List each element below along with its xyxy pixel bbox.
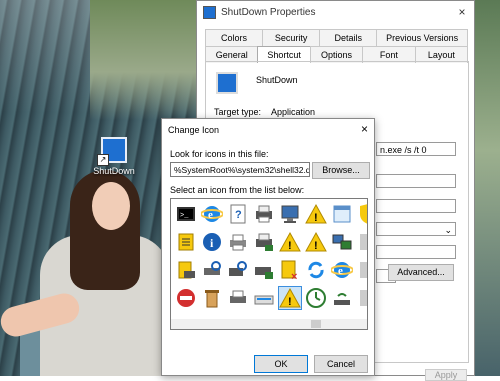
printer-icon[interactable]	[227, 231, 249, 253]
change-icon-dialog: Change Icon × Look for icons in this fil…	[161, 118, 375, 376]
internet-explorer-icon[interactable]: e	[330, 259, 354, 281]
network-search-icon[interactable]	[227, 259, 249, 281]
properties-title: ShutDown Properties	[221, 6, 316, 18]
warning-icon[interactable]: !	[279, 231, 301, 253]
help-document-icon[interactable]: ?	[227, 203, 249, 225]
printer-document-icon[interactable]	[175, 259, 197, 281]
recycle-bin-icon[interactable]	[201, 287, 223, 309]
tab-security[interactable]: Security	[262, 29, 321, 46]
shield-icon[interactable]	[357, 203, 367, 225]
desktop-printer-icon[interactable]	[227, 287, 249, 309]
computer-icon[interactable]	[279, 203, 301, 225]
target-field[interactable]: n.exe /s /t 0	[376, 142, 456, 156]
target-type-value: Application	[271, 107, 316, 117]
advanced-button[interactable]: Advanced...	[388, 264, 454, 281]
shortcut-key-field[interactable]	[376, 199, 456, 213]
svg-text:×: ×	[291, 271, 297, 281]
warning-icon[interactable]: !	[305, 231, 327, 253]
target-type-label: Target type:	[214, 107, 262, 117]
warning-icon[interactable]: !	[278, 286, 302, 310]
svg-text:!: !	[314, 240, 318, 252]
icon-list-scrollbar[interactable]	[171, 319, 367, 329]
scanner-icon[interactable]	[253, 287, 275, 309]
svg-text:!: !	[288, 240, 292, 252]
list-document-icon[interactable]	[175, 231, 197, 253]
ok-button[interactable]: OK	[254, 355, 308, 373]
command-prompt-icon[interactable]: >_	[175, 203, 197, 225]
unknown-icon[interactable]	[357, 259, 367, 281]
cancel-button[interactable]: Cancel	[314, 355, 368, 373]
background-photo-face	[92, 182, 130, 230]
chevron-down-icon: ⌄	[444, 225, 452, 235]
window-icon[interactable]	[331, 203, 353, 225]
shortcut-name: ShutDown	[256, 75, 298, 85]
tab-previous-versions[interactable]: Previous Versions	[376, 29, 469, 46]
info-icon[interactable]: i	[201, 231, 223, 253]
select-icon-label: Select an icon from the list below:	[170, 185, 305, 195]
apply-button[interactable]: Apply	[425, 369, 467, 381]
background-trees	[90, 0, 200, 120]
icon-file-path-input[interactable]: %SystemRoot%\system32\shell32.d	[170, 162, 310, 177]
network-printer-icon[interactable]	[253, 203, 275, 225]
shortcut-arrow-icon: ↗	[97, 154, 109, 166]
look-for-label: Look for icons in this file:	[170, 149, 269, 159]
run-dropdown[interactable]: ⌄	[376, 222, 456, 236]
start-in-field[interactable]	[376, 174, 456, 188]
properties-close-button[interactable]: ×	[454, 4, 470, 20]
wireless-icon[interactable]	[331, 287, 353, 309]
background-right-strip	[475, 0, 500, 376]
desktop-icon-label: ShutDown	[93, 166, 135, 176]
shutdown-title-icon	[203, 5, 216, 19]
browse-button[interactable]: Browse...	[312, 162, 370, 179]
internet-explorer-icon[interactable]: e	[200, 203, 224, 225]
svg-text:>_: >_	[180, 212, 189, 220]
network-printer-icon[interactable]	[253, 231, 275, 253]
delete-file-icon[interactable]: ×	[279, 259, 301, 283]
network-computer-icon[interactable]	[331, 231, 353, 253]
change-icon-close-button[interactable]: ×	[361, 122, 368, 136]
no-entry-icon[interactable]	[175, 287, 197, 309]
refresh-icon[interactable]	[305, 259, 327, 281]
svg-text:?: ?	[235, 209, 242, 221]
tab-details[interactable]: Details	[319, 29, 378, 46]
network-group-icon[interactable]	[253, 259, 275, 281]
unknown-icon[interactable]	[357, 231, 367, 253]
warning-icon[interactable]: !	[305, 203, 327, 225]
comment-field[interactable]	[376, 245, 456, 259]
shortcut-large-icon	[216, 72, 238, 94]
svg-text:e: e	[338, 265, 343, 277]
icon-list[interactable]: >_ e ? ! i ! ! × e !	[170, 198, 368, 330]
printer-search-icon[interactable]	[201, 259, 223, 281]
svg-text:e: e	[208, 209, 213, 221]
tab-colors[interactable]: Colors	[205, 29, 264, 46]
tab-row-1: Colors Security Details Previous Version…	[205, 29, 469, 46]
properties-tabs: Colors Security Details Previous Version…	[205, 29, 469, 63]
shutdown-shortcut-icon: ↗	[97, 137, 127, 166]
properties-titlebar: ShutDown Properties	[197, 1, 474, 23]
svg-text:!: !	[288, 296, 292, 308]
change-icon-title: Change Icon	[168, 125, 220, 135]
svg-text:!: !	[314, 212, 318, 224]
clock-icon[interactable]	[305, 287, 327, 309]
scrollbar-thumb[interactable]	[311, 320, 321, 328]
unknown-icon[interactable]	[357, 287, 367, 309]
desktop-shortcut-shutdown[interactable]: ↗ ShutDown	[92, 137, 136, 176]
